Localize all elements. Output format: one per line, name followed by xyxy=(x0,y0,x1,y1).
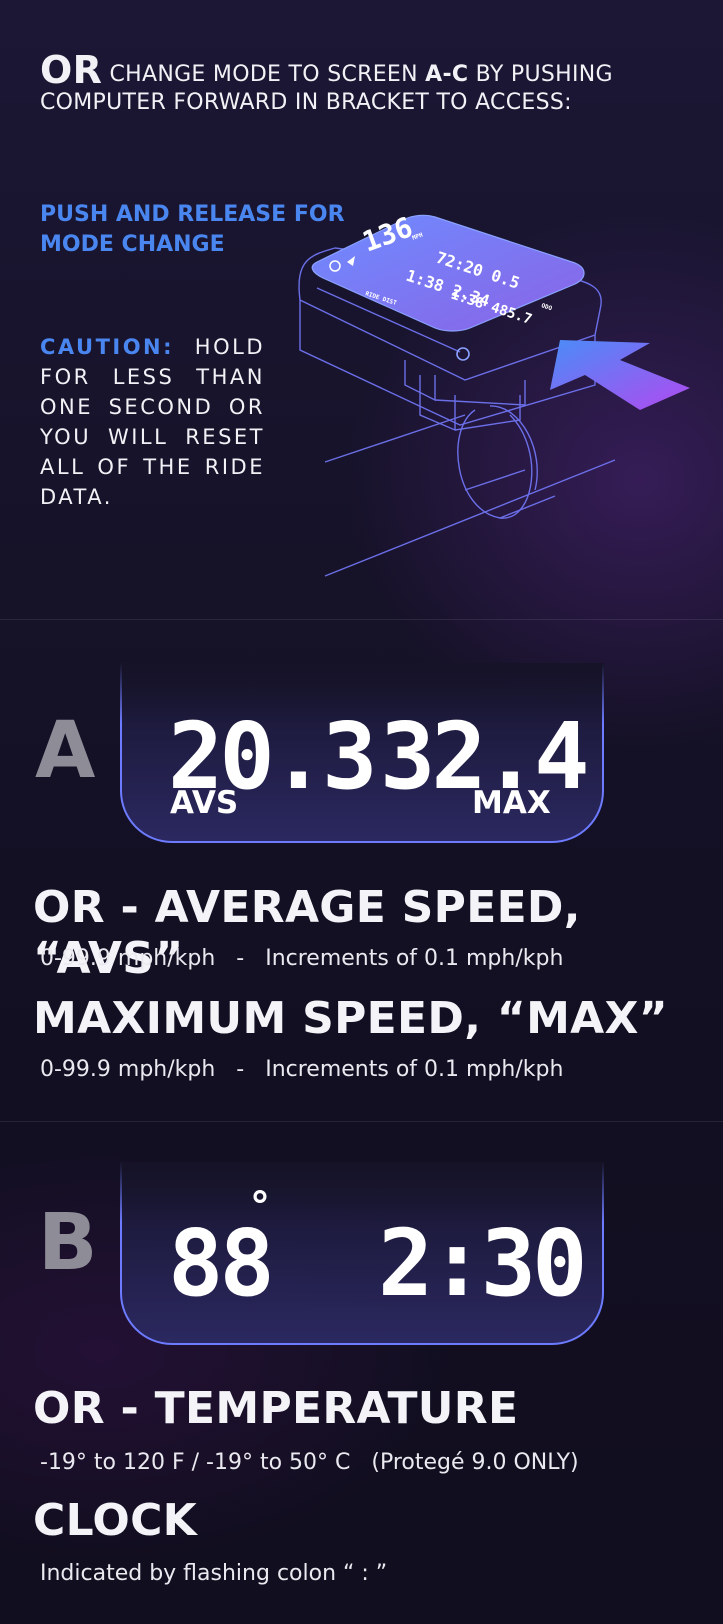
device-screen xyxy=(311,214,585,332)
bike-computer-illustration: 136 MPH 72:20 0.5 1:38 2.34 1:38 485.7 R… xyxy=(298,210,690,577)
caution-label: CAUTION: xyxy=(40,335,175,359)
temperature-heading: OR - TEMPERATURE xyxy=(33,1383,519,1434)
section-divider-2 xyxy=(0,1121,723,1122)
intro-text-1: CHANGE MODE TO SCREEN xyxy=(109,62,418,87)
caution-note: CAUTION: HOLD FOR LESS THAN ONE SECOND O… xyxy=(40,332,265,512)
screen-b-letter: B xyxy=(38,1198,98,1288)
section-divider-1 xyxy=(0,619,723,620)
screen-b-display: 88 ° 2:30 xyxy=(120,1162,604,1345)
push-arrow-icon xyxy=(550,340,690,410)
screen-a-letter: A xyxy=(35,706,96,796)
screen-a-display: 20.3 32.4 AVS MAX xyxy=(120,663,604,843)
intro-or: OR xyxy=(40,48,103,92)
intro-screen-range: A-C xyxy=(425,62,469,87)
clock-detail: Indicated by flashing colon “ : ” xyxy=(40,1561,388,1586)
mode-button xyxy=(456,347,470,361)
intro-text: OR CHANGE MODE TO SCREEN A-C BY PUSHING … xyxy=(40,51,690,117)
maximum-speed-detail: 0-99.9 mph/kph - Increments of 0.1 mph/k… xyxy=(40,1057,564,1082)
clock-heading: CLOCK xyxy=(33,1495,198,1546)
screen-a-label-avs: AVS xyxy=(170,785,239,821)
average-speed-detail: 0-99.9 mph/kph - Increments of 0.1 mph/k… xyxy=(40,946,564,971)
screen-a-label-max: MAX xyxy=(472,785,551,821)
degree-icon: ° xyxy=(250,1184,270,1230)
manual-page: OR CHANGE MODE TO SCREEN A-C BY PUSHING … xyxy=(0,0,723,1624)
maximum-speed-heading: MAXIMUM SPEED, “MAX” xyxy=(33,993,668,1044)
device-small-right: ODO xyxy=(540,302,553,312)
caution-text: HOLD FOR LESS THAN ONE SECOND OR YOU WIL… xyxy=(40,335,265,509)
temperature-detail: -19° to 120 F / -19° to 50° C (Protegé 9… xyxy=(40,1450,579,1475)
screen-b-clock: 2:30 xyxy=(378,1210,588,1317)
